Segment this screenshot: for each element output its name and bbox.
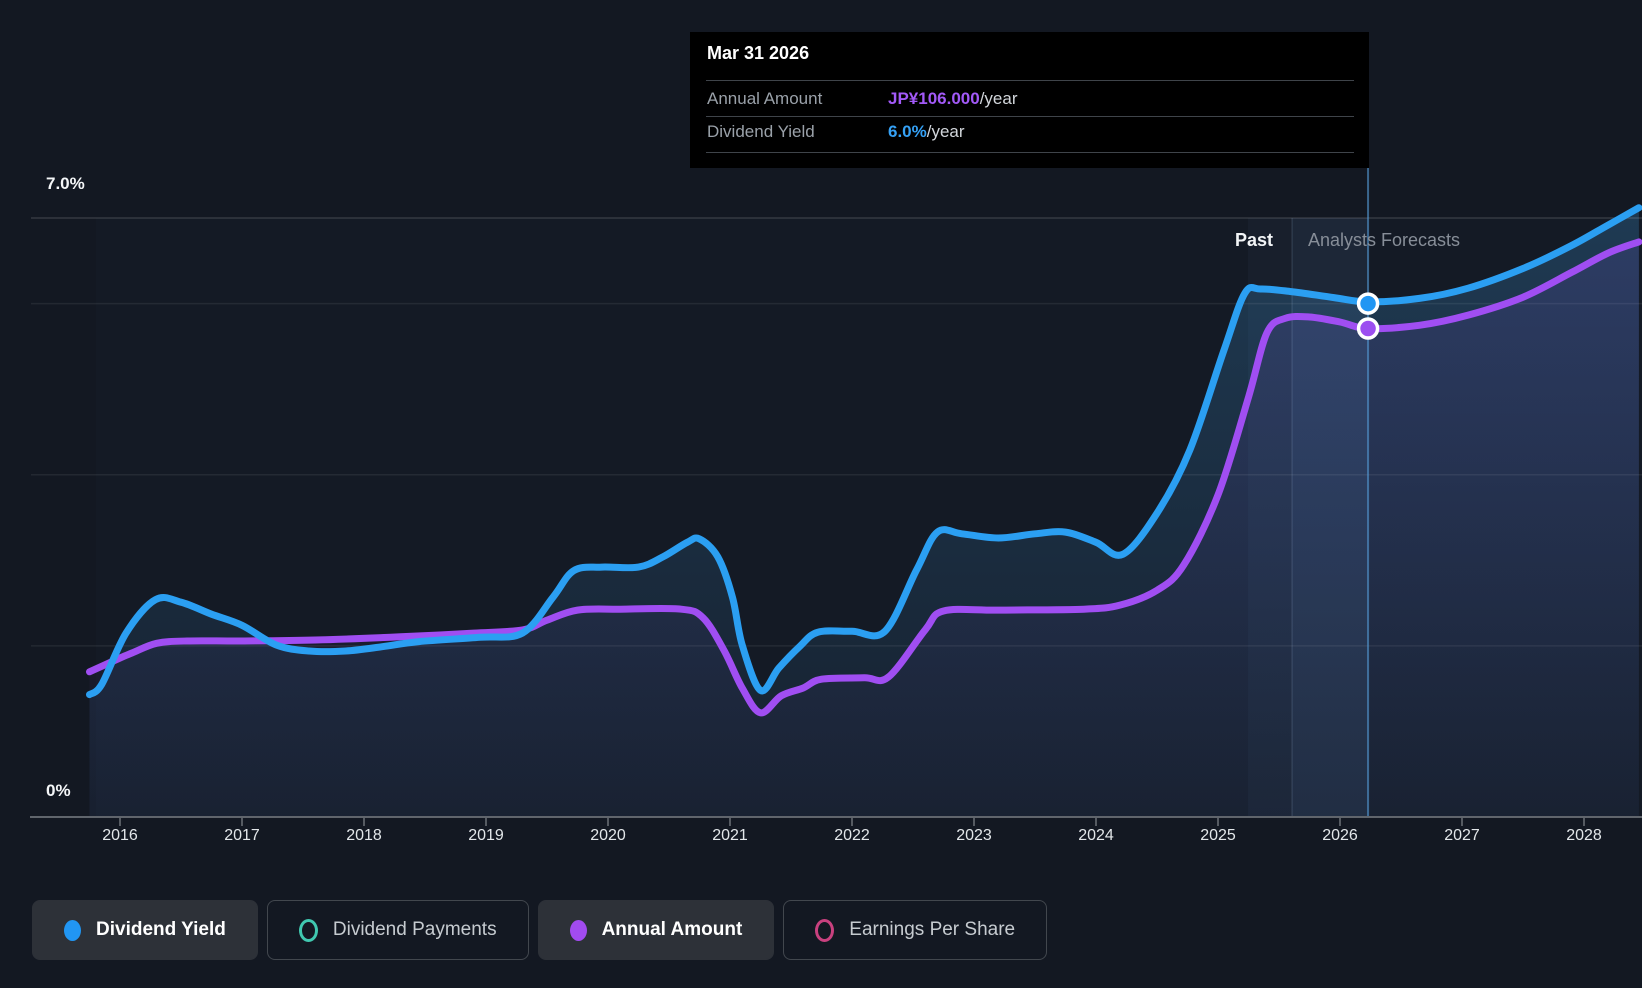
tooltip-value: 6.0%/year: [888, 122, 965, 141]
tooltip-row-annual-amount: Annual Amount JP¥106.000/year: [690, 84, 1369, 114]
annual-amount-dot-icon: [569, 919, 587, 941]
x-axis-year-label: 2027: [1444, 827, 1480, 844]
legend-toggle-dividend-yield[interactable]: Dividend Yield: [32, 900, 258, 960]
legend-toggle-earnings-per-share[interactable]: Earnings Per Share: [783, 900, 1048, 960]
dividend-history-chart: Mar 31 2026 Annual Amount JP¥106.000/yea…: [0, 0, 1642, 988]
tooltip-label: Annual Amount: [707, 89, 823, 108]
analysts-forecasts-label: Analysts Forecasts: [1308, 230, 1461, 250]
legend-label: Dividend Payments: [332, 919, 497, 940]
past-label: Past: [1234, 230, 1273, 250]
x-axis-year-label: 2024: [1078, 827, 1114, 844]
dividend-yield-dot-icon: [64, 919, 81, 941]
x-axis-year-label: 2020: [590, 827, 626, 844]
tooltip-date: Mar 31 2026: [707, 43, 810, 63]
legend-label: Dividend Yield: [96, 919, 226, 940]
x-axis-year-label: 2026: [1322, 827, 1358, 844]
y-axis-max-label: 7.0%: [46, 174, 85, 193]
legend-toggle-dividend-payments[interactable]: Dividend Payments: [266, 900, 529, 960]
x-axis-year-label: 2021: [712, 827, 748, 844]
dividend-payments-ring-icon: [298, 918, 318, 942]
earnings-per-share-ring-icon: [815, 918, 835, 942]
x-axis-year-label: 2023: [956, 827, 992, 844]
tooltip-divider: [706, 152, 1354, 153]
chart-legend: Dividend Yield Dividend Payments Annual …: [32, 900, 1048, 960]
chart-tooltip: Mar 31 2026 Annual Amount JP¥106.000/yea…: [690, 32, 1369, 168]
x-axis-year-label: 2025: [1200, 827, 1236, 844]
tooltip-divider: [706, 80, 1354, 81]
x-axis-year-label: 2022: [834, 827, 870, 844]
x-axis-year-label: 2028: [1566, 827, 1602, 844]
legend-label: Earnings Per Share: [849, 919, 1016, 940]
x-axis-year-label: 2019: [468, 827, 504, 844]
legend-toggle-annual-amount[interactable]: Annual Amount: [537, 900, 775, 960]
legend-label: Annual Amount: [601, 919, 743, 940]
tooltip-row-dividend-yield: Dividend Yield 6.0%/year: [690, 117, 1369, 147]
tooltip-label: Dividend Yield: [707, 122, 815, 141]
x-axis-year-label: 2018: [346, 827, 382, 844]
y-axis-min-label: 0%: [46, 781, 71, 800]
tooltip-value: JP¥106.000/year: [888, 89, 1018, 108]
x-axis-year-label: 2016: [102, 827, 138, 844]
x-axis-year-label: 2017: [224, 827, 260, 844]
